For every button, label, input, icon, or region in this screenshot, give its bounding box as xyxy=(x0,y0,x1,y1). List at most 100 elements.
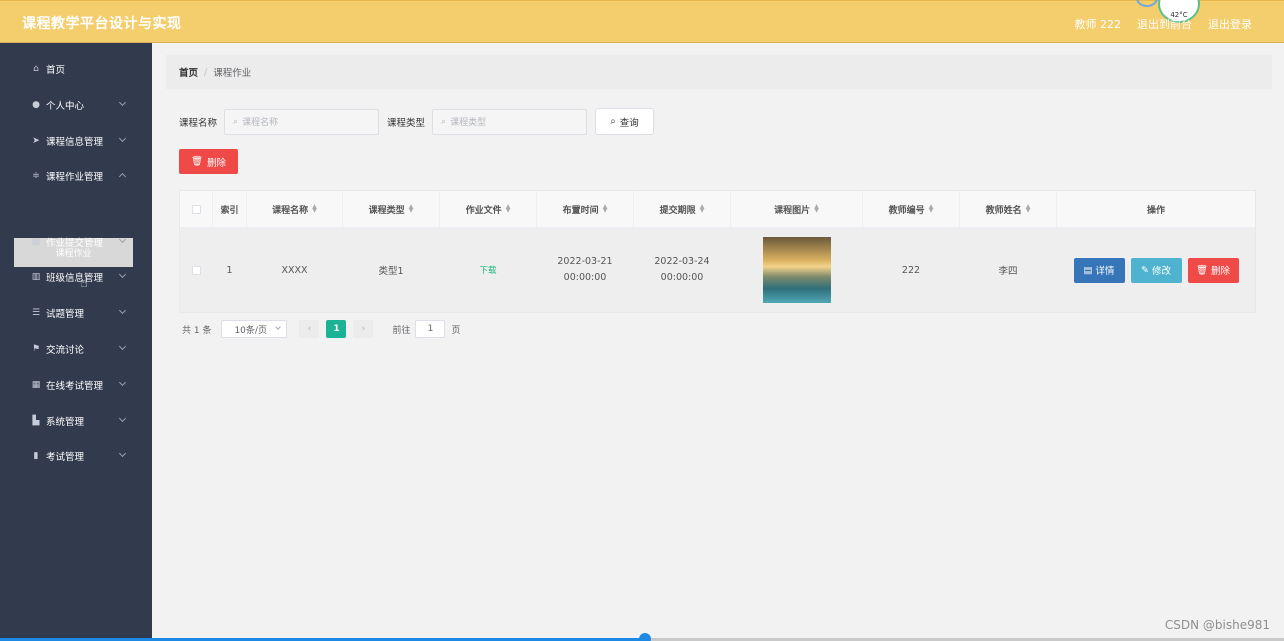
goto-page-input[interactable]: 1 xyxy=(415,320,446,338)
sort-icon[interactable]: ▲ ▼ xyxy=(700,204,705,214)
sort-icon[interactable]: ▲ ▼ xyxy=(603,204,608,214)
sidebar-item-online-exam[interactable]: ▦ 在线考试管理 xyxy=(0,367,152,403)
sort-icon[interactable]: ▲ ▼ xyxy=(1026,204,1031,214)
sidebar-item-label: 课程作业管理 xyxy=(46,172,104,183)
query-button[interactable]: ⌕ 查询 xyxy=(595,108,655,135)
next-page-button[interactable]: › xyxy=(353,320,374,338)
sidebar-item-label: 在线考试管理 xyxy=(46,381,104,392)
chevron-down-icon xyxy=(118,235,127,244)
exit-to-front-link[interactable]: 退出到前台 xyxy=(1137,16,1192,32)
sidebar-item-discussion[interactable]: ⚑ 交流讨论 xyxy=(0,331,152,367)
current-user-label: 教师 222 xyxy=(1074,18,1122,31)
sidebar-item-exam-management[interactable]: ▮ 考试管理 xyxy=(0,438,152,474)
sidebar-item-question-bank[interactable]: ☰ 试题管理 xyxy=(0,295,152,331)
list-icon: ☰ xyxy=(31,308,41,318)
sidebar-item-label: 课程信息管理 xyxy=(46,137,104,148)
header-teacher-no[interactable]: 教师编号 ▲ ▼ xyxy=(863,191,960,227)
cell-course-type: 类型1 xyxy=(343,228,440,312)
header-assign-time-label: 布置时间 xyxy=(562,205,599,216)
chart-icon: ▮ xyxy=(33,451,39,461)
chevron-down-icon xyxy=(118,378,127,387)
header-actions-label: 操作 xyxy=(1146,205,1165,216)
chevron-down-icon xyxy=(118,306,127,315)
header-course-type[interactable]: 课程类型 ▲ ▼ xyxy=(343,191,440,227)
prev-page-button[interactable]: ‹ xyxy=(299,320,320,338)
bulk-delete-button[interactable]: 🗑 删除 xyxy=(179,149,238,174)
row-checkbox[interactable] xyxy=(191,265,201,275)
table-header-row: 索引 课程名称 ▲ ▼ 课程类型 ▲ ▼ 作业文件 ▲ ▼ 布置时间 ▲ ▼ 提交期限 ▲ ▼ 课程… xyxy=(180,191,1255,228)
detail-button[interactable]: ▤ 详情 xyxy=(1073,257,1125,283)
page-suffix-label: 页 xyxy=(451,325,461,336)
breadcrumb-current: 课程作业 xyxy=(213,68,252,79)
row-select-cell xyxy=(180,228,213,312)
video-progress-handle[interactable] xyxy=(639,633,651,641)
header-homework-file[interactable]: 作业文件 ▲ ▼ xyxy=(440,191,537,227)
bulk-delete-label: 删除 xyxy=(207,157,227,169)
edit-label: 修改 xyxy=(1151,266,1171,277)
header-course-image[interactable]: 课程图片 ▲ ▼ xyxy=(731,191,863,227)
edit-button[interactable]: ✎ 修改 xyxy=(1130,257,1182,283)
cell-course-image xyxy=(731,228,863,312)
sort-icon[interactable]: ▲ ▼ xyxy=(814,204,819,214)
course-thumbnail[interactable] xyxy=(762,237,831,303)
homework-table: 索引 课程名称 ▲ ▼ 课程类型 ▲ ▼ 作业文件 ▲ ▼ 布置时间 ▲ ▼ 提交期限 ▲ ▼ 课程… xyxy=(179,190,1256,313)
sidebar-item-home[interactable]: ⌂ 首页 xyxy=(0,51,152,87)
chevron-down-icon xyxy=(118,98,127,107)
select-all-checkbox[interactable] xyxy=(191,204,201,214)
breadcrumb-home[interactable]: 首页 xyxy=(179,65,198,79)
sort-icon[interactable]: ▲ ▼ xyxy=(929,204,934,214)
cell-index: 1 xyxy=(213,228,247,312)
header-index: 索引 xyxy=(213,191,247,227)
delete-button[interactable]: 🗑 删除 xyxy=(1187,257,1239,283)
sort-icon[interactable]: ▲ ▼ xyxy=(312,204,317,214)
header-teacher-name[interactable]: 教师姓名 ▲ ▼ xyxy=(960,191,1057,227)
chevron-right-icon: › xyxy=(361,324,366,334)
sidebar-item-course-homework[interactable]: ≑ 课程作业管理 xyxy=(0,158,152,194)
sidebar-item-personal-center[interactable]: ● 个人中心 xyxy=(0,87,152,123)
table-row: 1 XXXX 类型1 下载 2022-03-21 00:00:00 2022-0… xyxy=(180,228,1255,312)
picture-icon: ▩ xyxy=(31,237,41,247)
sidebar: ⌂ 首页 ● 个人中心 ➤ 课程信息管理 ≑ 课程作业管理 课程作业 ▩ 作业提… xyxy=(0,43,152,641)
cell-actions: ▤ 详情 ✎ 修改 🗑 删除 xyxy=(1057,228,1255,312)
logout-link[interactable]: 退出登录 xyxy=(1208,16,1252,32)
header-homework-file-label: 作业文件 xyxy=(465,205,502,216)
page-size-select[interactable]: 10条/页 xyxy=(221,320,288,338)
header-deadline-label: 提交期限 xyxy=(659,205,696,216)
sidebar-item-label: 考试管理 xyxy=(46,452,85,463)
header-course-image-label: 课程图片 xyxy=(774,205,811,216)
course-type-input[interactable]: ⌕ 课程类型 xyxy=(432,108,588,135)
header-actions: 操作 xyxy=(1057,191,1255,227)
sidebar-item-label: 首页 xyxy=(46,65,66,76)
chevron-down-icon xyxy=(118,449,127,458)
download-link[interactable]: 下载 xyxy=(479,264,496,276)
weather-widget-edge xyxy=(1136,0,1158,7)
query-button-label: 查询 xyxy=(619,117,639,129)
header-user-actions: 教师 222 退出到前台 退出登录 xyxy=(1075,16,1253,32)
page-number-current[interactable]: 1 xyxy=(326,320,347,338)
cell-assign-time: 2022-03-21 00:00:00 xyxy=(537,228,634,312)
breadcrumb-separator: / xyxy=(204,66,208,78)
trash-icon: 🗑 xyxy=(190,156,204,167)
header-deadline[interactable]: 提交期限 ▲ ▼ xyxy=(634,191,731,227)
header-course-type-label: 课程类型 xyxy=(368,205,405,216)
header-course-name[interactable]: 课程名称 ▲ ▼ xyxy=(247,191,343,227)
pagination: 共 1 条 10条/页 ‹ 1 › 前往 1 页 xyxy=(182,320,460,338)
trash-icon: 🗑 xyxy=(1195,264,1209,276)
document-icon: ▤ xyxy=(1083,264,1093,276)
sort-icon[interactable]: ▲ ▼ xyxy=(409,204,414,214)
sidebar-item-label: 作业提交管理 xyxy=(46,238,104,249)
header-assign-time[interactable]: 布置时间 ▲ ▼ xyxy=(537,191,634,227)
course-name-input[interactable]: ⌕ 课程名称 xyxy=(224,108,380,135)
sidebar-item-course-info[interactable]: ➤ 课程信息管理 xyxy=(0,123,152,159)
search-icon: ⌕ xyxy=(441,116,447,127)
cell-course-name: XXXX xyxy=(247,228,343,312)
sort-icon[interactable]: ▲ ▼ xyxy=(506,204,511,214)
sidebar-item-system[interactable]: ▙ 系统管理 xyxy=(0,403,152,439)
header-course-name-label: 课程名称 xyxy=(272,205,309,216)
course-type-label: 课程类型 xyxy=(387,117,426,129)
course-type-placeholder: 课程类型 xyxy=(450,118,487,128)
main-content: 首页 / 课程作业 课程名称 ⌕ 课程名称 课程类型 ⌕ 课程类型 ⌕ 查询 🗑… xyxy=(152,43,1284,641)
sidebar-item-class-info[interactable]: ▥ 班级信息管理 xyxy=(0,259,152,295)
sidebar-item-homework-submission[interactable]: ▩ 作业提交管理 xyxy=(0,224,152,260)
grid-icon: ▦ xyxy=(31,380,41,390)
